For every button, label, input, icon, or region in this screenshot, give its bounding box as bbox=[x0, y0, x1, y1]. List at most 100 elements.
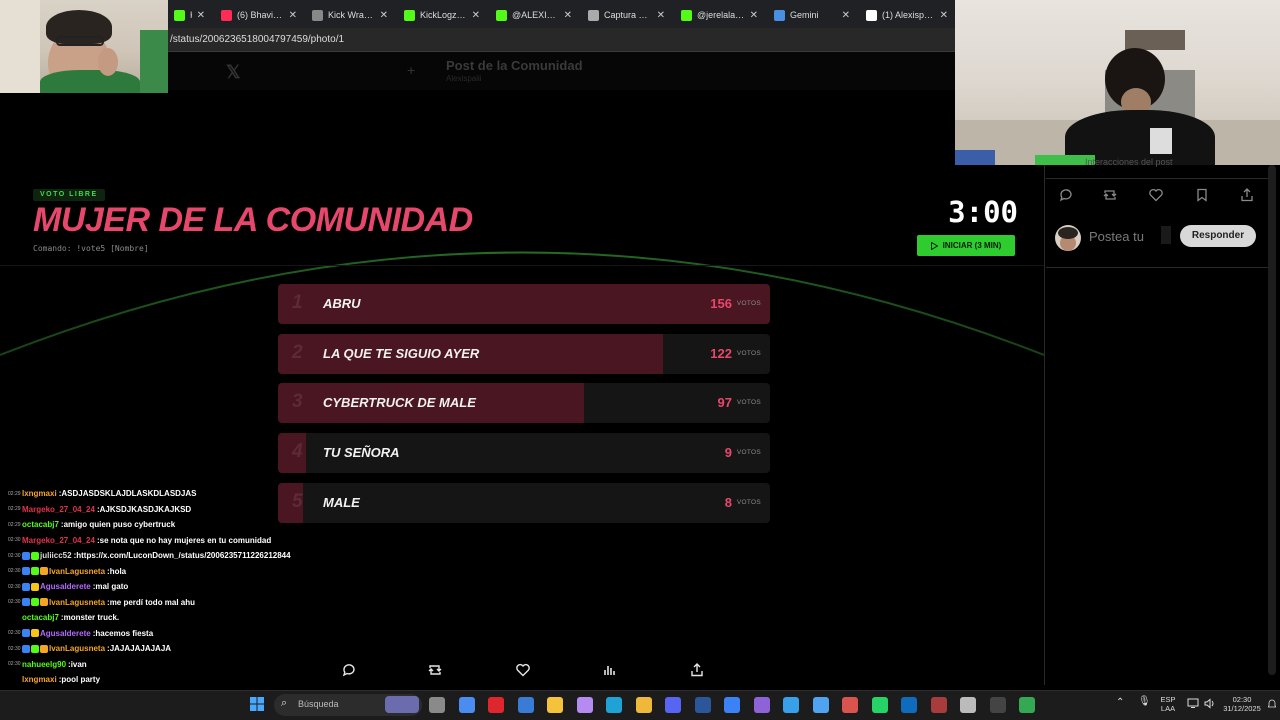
browser-tab[interactable]: Captura de pan ✕ bbox=[582, 4, 671, 26]
chat-message: 02:30 Agusalderete: mal gato bbox=[8, 582, 129, 592]
reply-button[interactable]: Responder bbox=[1180, 225, 1256, 247]
chat-username[interactable]: lxngmaxi bbox=[22, 675, 57, 684]
divider bbox=[1046, 178, 1268, 179]
chat-text: mal gato bbox=[95, 582, 129, 592]
share-icon[interactable] bbox=[1239, 187, 1255, 203]
chat-username[interactable]: Margeko_27_04_24 bbox=[22, 536, 95, 545]
close-tab-icon[interactable]: ✕ bbox=[750, 10, 758, 21]
terminal-icon[interactable] bbox=[989, 697, 1006, 713]
tab-favicon-icon bbox=[774, 9, 785, 21]
reply-icon[interactable] bbox=[341, 662, 357, 678]
gear-icon[interactable] bbox=[960, 697, 976, 713]
bookmark-icon[interactable] bbox=[1194, 187, 1210, 203]
chat-badge-icon bbox=[40, 598, 48, 607]
store-icon[interactable] bbox=[517, 697, 534, 713]
tab-favicon-icon bbox=[404, 9, 415, 21]
chat-badge-icon bbox=[22, 629, 30, 638]
option-votes: 9 bbox=[724, 445, 732, 461]
x-logo-icon[interactable]: 𝕏 bbox=[226, 62, 241, 83]
browser-tab[interactable]: KickLogz - Anál ✕ bbox=[398, 4, 486, 26]
language-indicator[interactable]: ESP LAA bbox=[1160, 695, 1176, 713]
close-tab-icon[interactable]: ✕ bbox=[472, 10, 480, 21]
close-tab-icon[interactable]: ✕ bbox=[842, 10, 850, 21]
share-icon[interactable] bbox=[689, 662, 705, 678]
close-tab-icon[interactable]: ✕ bbox=[380, 10, 388, 21]
chat-username[interactable]: IvanLagusneta bbox=[49, 598, 105, 607]
votes-label: VOTOS bbox=[736, 399, 761, 407]
browser-tab[interactable]: Kick D ✕ bbox=[168, 4, 211, 26]
browser-tab[interactable]: @ALEXISPAIII - ✕ bbox=[490, 4, 578, 26]
chat-username[interactable]: IvanLagusneta bbox=[49, 567, 105, 576]
chat-username[interactable]: IvanLagusneta bbox=[49, 644, 105, 653]
chat-username[interactable]: Margeko_27_04_24 bbox=[22, 505, 95, 514]
chat-username[interactable]: Agusalderete bbox=[40, 582, 91, 591]
word-icon[interactable] bbox=[694, 697, 711, 713]
chat-username[interactable]: octacabj7 bbox=[22, 520, 59, 529]
chrome-icon[interactable] bbox=[1019, 697, 1035, 713]
close-tab-icon[interactable]: ✕ bbox=[657, 10, 665, 21]
reply-input[interactable]: Postea tu bbox=[1089, 229, 1144, 244]
chat-username[interactable]: Agusalderete bbox=[40, 629, 91, 638]
network-icon[interactable] bbox=[1187, 698, 1199, 709]
whatsapp-icon[interactable] bbox=[871, 697, 888, 713]
outlook-icon[interactable] bbox=[901, 697, 917, 713]
vs-icon[interactable] bbox=[753, 697, 770, 713]
chevron-up-icon[interactable]: ⌃ bbox=[1116, 698, 1124, 708]
chat-text: JAJAJAJAJAJA bbox=[109, 644, 172, 654]
clock[interactable]: 02:30 31/12/2025 bbox=[1222, 695, 1262, 713]
winrar-icon[interactable] bbox=[930, 697, 947, 713]
like-icon[interactable] bbox=[515, 662, 531, 678]
option-rank: 3 bbox=[292, 391, 303, 413]
browser-tab[interactable]: @jerelalanne - ✕ bbox=[675, 4, 764, 26]
cursor-icon[interactable] bbox=[724, 697, 740, 713]
paint-icon[interactable] bbox=[783, 697, 799, 713]
plus-icon[interactable]: + bbox=[407, 62, 415, 78]
close-tab-icon[interactable]: ✕ bbox=[197, 10, 205, 21]
volume-icon[interactable] bbox=[1204, 698, 1216, 709]
chat-username[interactable]: octacabj7 bbox=[22, 613, 59, 622]
settings-icon[interactable] bbox=[842, 697, 858, 713]
url-text[interactable]: /status/2006236518004797459/photo/1 bbox=[170, 34, 344, 45]
start-poll-button[interactable]: INICIAR (3 MIN) bbox=[917, 235, 1015, 256]
notepad-icon[interactable] bbox=[812, 697, 829, 713]
chat-message: 02:29 octacabj7: amigo quien puso cybertr… bbox=[8, 520, 176, 530]
bell-icon[interactable] bbox=[1267, 697, 1277, 711]
chat-message: lxngmaxi: pool party bbox=[22, 675, 101, 685]
vivaldi-icon[interactable] bbox=[635, 697, 652, 713]
close-tab-icon[interactable]: ✕ bbox=[940, 10, 948, 21]
votes-label: VOTOS bbox=[736, 349, 761, 357]
chat-username[interactable]: lxngmaxi bbox=[22, 489, 57, 498]
close-tab-icon[interactable]: ✕ bbox=[564, 10, 572, 21]
discord-icon[interactable] bbox=[665, 697, 681, 713]
views-icon[interactable] bbox=[602, 662, 618, 678]
divider bbox=[0, 265, 1044, 266]
repost-icon[interactable] bbox=[427, 662, 443, 678]
reply-icon[interactable] bbox=[1058, 187, 1074, 203]
scrollbar[interactable] bbox=[1268, 165, 1276, 675]
close-tab-icon[interactable]: ✕ bbox=[289, 10, 297, 21]
chat-username[interactable]: nahueelg90 bbox=[22, 660, 66, 669]
tab-favicon-icon bbox=[221, 9, 232, 21]
search-highlight-image bbox=[385, 696, 419, 713]
poll-option-row: 4 TU SEÑORA 9 VOTOS bbox=[278, 433, 770, 474]
chat-username[interactable]: juliicc52 bbox=[40, 551, 72, 560]
chat-badge-icon bbox=[31, 582, 39, 591]
post-title: Post de la Comunidad bbox=[446, 58, 583, 73]
edge-icon[interactable] bbox=[606, 697, 622, 713]
microphone-icon[interactable]: 🎙 bbox=[1138, 697, 1151, 707]
copilot-icon[interactable] bbox=[458, 697, 475, 713]
browser-tab[interactable]: (6) Bhavi, Seven ✕ bbox=[215, 4, 303, 26]
pen-icon[interactable] bbox=[576, 697, 593, 713]
browser-tab[interactable]: Kick Wrapped ✕ bbox=[306, 4, 394, 26]
folder-icon[interactable] bbox=[547, 697, 563, 713]
opera-icon[interactable] bbox=[488, 697, 504, 713]
file-explorer-icon[interactable] bbox=[429, 697, 445, 713]
interactions-link[interactable]: Interacciones del post bbox=[1085, 157, 1173, 167]
tab-title: Kick D bbox=[190, 10, 192, 20]
repost-icon[interactable] bbox=[1102, 187, 1118, 203]
chat-badge-icon bbox=[31, 629, 39, 638]
windows-start-icon[interactable] bbox=[249, 696, 265, 712]
browser-tab[interactable]: (1) Alexispaiii e ✕ bbox=[860, 4, 954, 26]
browser-tab[interactable]: Gemini ✕ bbox=[768, 4, 856, 26]
like-icon[interactable] bbox=[1148, 187, 1164, 203]
